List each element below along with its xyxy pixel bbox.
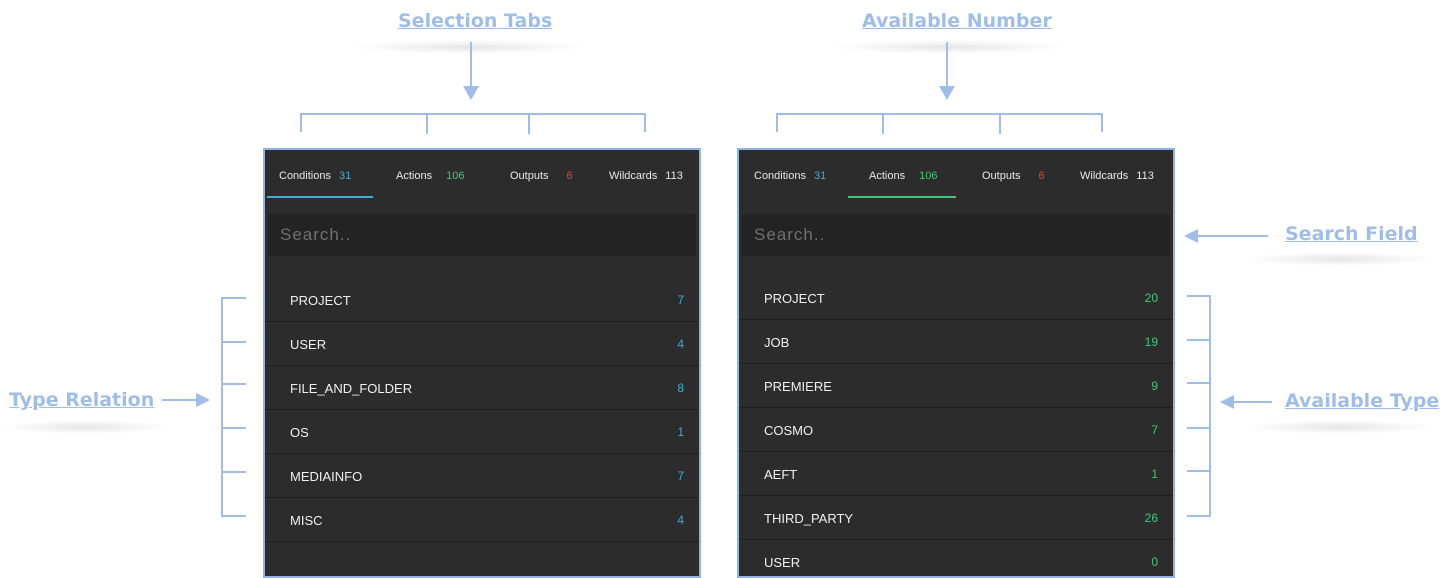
available-number-bracket [776, 113, 1103, 134]
available-type-bracket [1187, 295, 1211, 517]
item-label: JOB [764, 335, 790, 350]
annotation-guides [162, 42, 1272, 517]
tab-count: 113 [665, 170, 683, 182]
tab-label: Conditions [754, 170, 806, 182]
tab-label: Wildcards [609, 170, 658, 182]
item-count: 8 [677, 381, 684, 395]
type-list: PROJECT 20 JOB 19 PREMIERE 9 COSMO 7 AEF… [739, 276, 1173, 576]
left-panel: Conditions 31 Actions 106 Outputs 6 Wildcar… [263, 148, 701, 578]
type-list: PROJECT 7 USER 4 FILE_AND_FOLDER 8 OS 1 … [265, 278, 699, 542]
item-label: MEDIAINFO [290, 469, 363, 484]
tab-count: 106 [446, 170, 465, 182]
tab-conditions[interactable]: Conditions 31 [754, 170, 826, 182]
list-item[interactable]: FILE_AND_FOLDER 8 [265, 366, 699, 410]
list-item[interactable]: THIRD_PARTY 26 [739, 496, 1173, 540]
tab-bar: Conditions 31 Actions 106 Outputs 6 Wildcar… [739, 150, 1173, 200]
tab-wildcards[interactable]: Wildcards 113 [1080, 170, 1154, 182]
available-type-arrowhead [1220, 395, 1234, 409]
tab-label: Wildcards [1080, 170, 1129, 182]
tab-count: 6 [566, 170, 573, 182]
selection-tabs-arrowhead [463, 86, 479, 100]
type-relation-bracket [221, 297, 246, 517]
list-item[interactable]: AEFT 1 [739, 452, 1173, 496]
tab-outputs[interactable]: Outputs 6 [982, 170, 1045, 182]
item-label: USER [764, 555, 801, 570]
tab-outputs[interactable]: Outputs 6 [510, 170, 573, 182]
item-label: USER [290, 337, 327, 352]
item-label: COSMO [764, 423, 814, 438]
item-count: 7 [1151, 423, 1158, 437]
search-input[interactable]: Search.. [742, 214, 1170, 256]
item-count: 4 [677, 337, 684, 351]
tab-label: Conditions [279, 170, 331, 182]
item-count: 20 [1144, 291, 1158, 305]
active-tab-indicator [267, 196, 373, 198]
list-item[interactable]: USER 4 [265, 322, 699, 366]
tab-bar: Conditions 31 Actions 106 Outputs 6 Wildcar… [265, 150, 699, 200]
item-count: 19 [1144, 335, 1158, 349]
available-number-arrowhead [939, 86, 955, 100]
tab-label: Outputs [982, 170, 1021, 182]
search-input[interactable]: Search.. [268, 214, 696, 256]
active-tab-indicator [848, 196, 956, 198]
list-item[interactable]: PREMIERE 9 [739, 364, 1173, 408]
list-item[interactable]: OS 1 [265, 410, 699, 454]
item-label: PREMIERE [764, 379, 832, 394]
list-item[interactable]: PROJECT 7 [265, 278, 699, 322]
tab-label: Outputs [510, 170, 549, 182]
tab-actions[interactable]: Actions 106 [396, 170, 464, 182]
list-item[interactable]: USER 0 [739, 540, 1173, 576]
tab-actions[interactable]: Actions 106 [869, 170, 937, 182]
list-item[interactable]: COSMO 7 [739, 408, 1173, 452]
list-item[interactable]: PROJECT 20 [739, 276, 1173, 320]
item-label: FILE_AND_FOLDER [290, 381, 413, 396]
tab-count: 113 [1136, 170, 1154, 182]
tab-count: 106 [919, 170, 938, 182]
tab-count: 31 [813, 170, 827, 182]
list-item[interactable]: MISC 4 [265, 498, 699, 542]
item-label: THIRD_PARTY [764, 511, 854, 526]
tab-count: 6 [1038, 170, 1045, 182]
item-count: 0 [1151, 555, 1158, 569]
item-count: 9 [1151, 379, 1158, 393]
item-count: 1 [1151, 467, 1158, 481]
tab-count: 31 [338, 170, 352, 182]
item-label: MISC [290, 513, 323, 528]
tab-wildcards[interactable]: Wildcards 113 [609, 170, 683, 182]
right-panel: Conditions 31 Actions 106 Outputs 6 Wildcar… [737, 148, 1175, 578]
item-count: 4 [677, 513, 684, 527]
item-count: 1 [677, 425, 684, 439]
tab-label: Actions [396, 170, 433, 182]
list-item[interactable]: JOB 19 [739, 320, 1173, 364]
item-count: 7 [677, 469, 684, 483]
item-label: PROJECT [290, 293, 351, 308]
item-label: AEFT [764, 467, 798, 482]
selection-tabs-bracket [300, 113, 646, 134]
item-count: 26 [1144, 511, 1158, 525]
tab-label: Actions [869, 170, 906, 182]
list-item[interactable]: MEDIAINFO 7 [265, 454, 699, 498]
item-count: 7 [677, 293, 684, 307]
search-field-arrowhead [1184, 229, 1198, 243]
item-label: OS [290, 425, 309, 440]
type-relation-arrowhead [196, 393, 210, 407]
tab-conditions[interactable]: Conditions 31 [279, 170, 351, 182]
item-label: PROJECT [764, 291, 825, 306]
